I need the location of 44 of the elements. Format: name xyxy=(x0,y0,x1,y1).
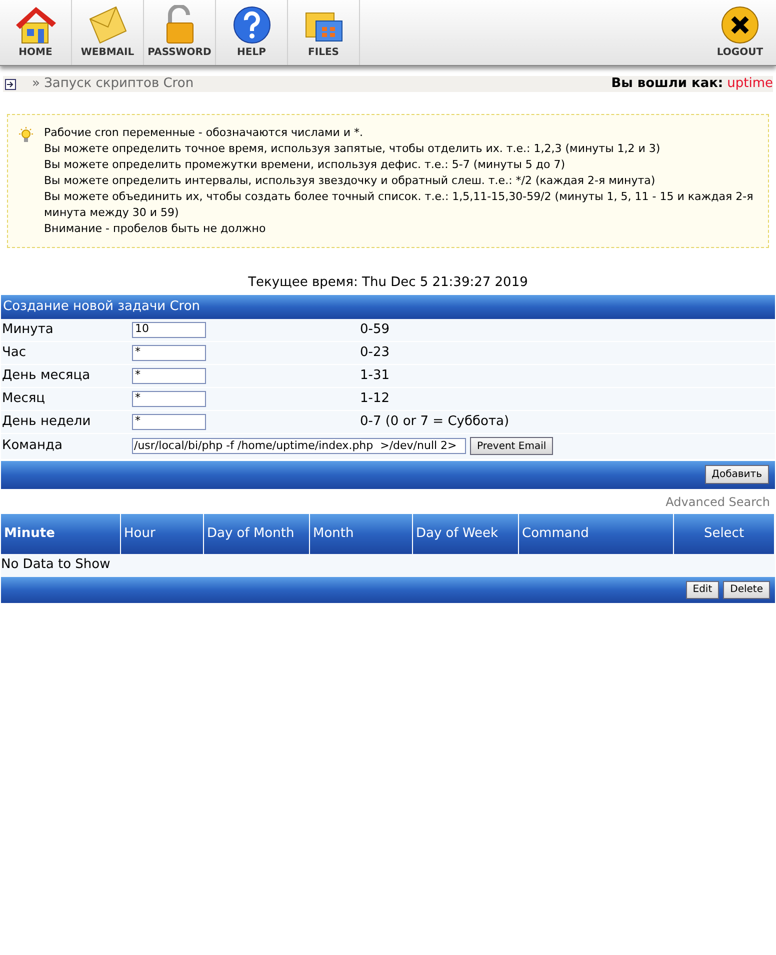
prevent-email-button[interactable]: Prevent Email xyxy=(470,437,554,455)
range-hint: 0-23 xyxy=(360,344,390,362)
time-field[interactable]: * xyxy=(132,368,206,384)
form-header: Создание новой задачи Cron xyxy=(1,294,775,318)
range-hint: 1-12 xyxy=(360,390,390,408)
field-label: День недели xyxy=(1,412,92,431)
expand-icon[interactable] xyxy=(5,78,16,90)
info-text: Вы можете определить точное время, используя запятые, чтобы отделить их. т.е.: 1,2,3 (минуты 1,2 и 3) xyxy=(44,141,662,157)
info-text: Вы можете объединить их, чтобы создать более точный список. т.е.: 1,5,11-15,30-59/2 (минуты 1, 5, 11 - 15 и каждая 2-я минута между 30 и 59) xyxy=(44,189,754,221)
close-icon xyxy=(720,5,760,45)
field-label: День месяца xyxy=(1,366,92,385)
logout-button[interactable]: LOGOUT xyxy=(704,0,776,65)
range-hint: 1-31 xyxy=(360,366,390,385)
lightbulb-icon xyxy=(18,127,34,145)
info-text: Вы можете определить промежутки времени, используя дефис. т.е.: 5-7 (минуты 5 до 7) xyxy=(44,157,566,173)
info-text: Вы можете определить интервалы, используя звездочку и обратный слеш. т.е.: */2 (каждая 2-я минута) xyxy=(44,173,656,189)
add-button[interactable]: Добавить xyxy=(704,465,769,484)
range-hint: 0-7 (0 or 7 = Суббота) xyxy=(360,412,510,431)
toolbar-button[interactable]: FILES xyxy=(288,0,360,65)
toolbar-button[interactable]: HELP xyxy=(216,0,288,65)
time-field[interactable]: * xyxy=(132,344,206,360)
house-icon xyxy=(14,5,58,45)
field-label: Час xyxy=(1,344,28,362)
range-hint: 0-59 xyxy=(360,320,390,339)
info-text: Внимание - пробелов быть не должно xyxy=(44,221,267,237)
field-label: Месяц xyxy=(1,390,46,408)
toolbar-button[interactable]: HOME xyxy=(0,0,72,65)
field-label: Минута xyxy=(1,320,54,339)
table-action-button[interactable]: Delete xyxy=(723,580,770,598)
command-field[interactable]: /usr/local/bi/php -f /home/uptime/index.php >/dev/null 2> xyxy=(132,438,466,454)
advanced-search-link[interactable]: Advanced Search xyxy=(666,492,770,510)
logged-in-label: Вы вошли как: xyxy=(611,75,724,94)
empty-message: No Data to Show xyxy=(1,556,110,574)
username: uptime xyxy=(727,75,773,94)
table-action-button[interactable]: Edit xyxy=(686,580,720,598)
toolbar-button[interactable]: WEBMAIL xyxy=(72,0,144,65)
toolbar-button[interactable]: PASSWORD xyxy=(144,0,216,65)
info-text: Рабочие cron переменные - обозначаются числами и *. xyxy=(44,125,364,141)
time-field[interactable]: 10 xyxy=(132,322,206,338)
time-field[interactable]: * xyxy=(132,390,206,406)
breadcrumb: » Запуск скриптов Cron xyxy=(32,75,194,94)
current-time: Текущее время: Thu Dec 5 21:39:27 2019 xyxy=(248,274,528,292)
field-label: Команда xyxy=(1,437,64,456)
time-field[interactable]: * xyxy=(132,414,206,430)
